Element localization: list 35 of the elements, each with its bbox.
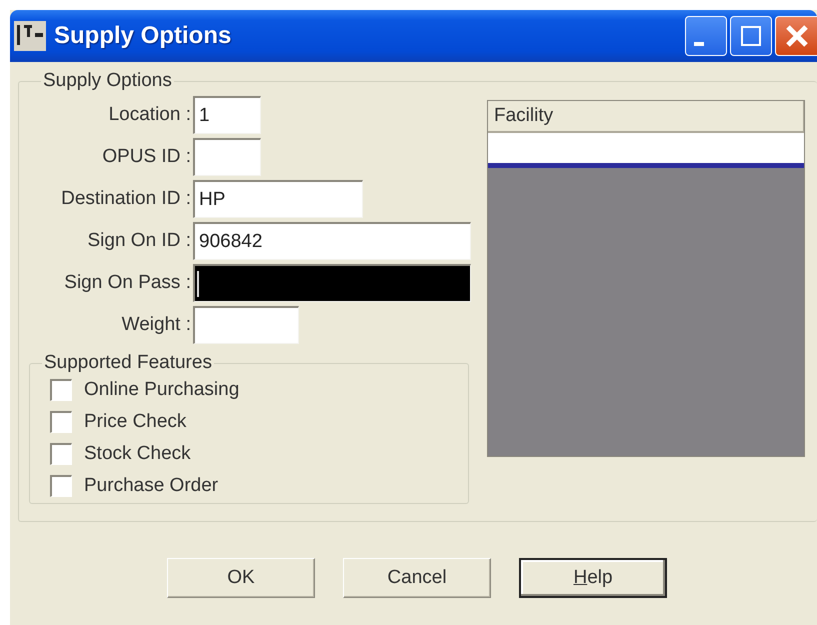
input-field[interactable]: HP [193,180,363,218]
dialog-button[interactable]: Help [519,558,667,598]
minimize-icon [694,42,704,46]
maximize-button[interactable] [730,16,772,56]
checkbox[interactable] [50,475,72,497]
close-icon [784,23,810,49]
group-title: Supply Options [42,70,173,92]
input-field[interactable]: 906842 [193,222,471,260]
password-field[interactable] [193,264,471,302]
checkbox-label: Stock Check [84,443,191,465]
field-label: OPUS ID : [102,146,191,168]
minimize-button[interactable] [685,16,727,56]
field-label: Destination ID : [61,188,191,210]
dialog-button[interactable]: OK [167,558,315,598]
checkbox[interactable] [50,379,72,401]
column-header[interactable]: Facility [488,101,804,131]
input-field[interactable] [193,306,299,344]
app-icon [14,21,46,51]
group-title: Supported Features [43,352,213,374]
field-label: Location : [108,104,191,126]
window-title: Supply Options [54,22,232,50]
checkbox-label: Price Check [84,411,186,433]
checkbox-label: Purchase Order [84,475,218,497]
field-label: Sign On ID : [88,230,191,252]
checkbox-label: Online Purchasing [84,379,240,401]
checkbox[interactable] [50,411,72,433]
dialog-button[interactable]: Cancel [343,558,491,598]
checkbox[interactable] [50,443,72,465]
maximize-icon [740,25,762,47]
field-label: Sign On Pass : [64,272,191,294]
close-button[interactable] [775,16,817,56]
input-field[interactable]: 1 [193,96,261,134]
field-label: Weight : [122,314,191,336]
list-row[interactable] [488,133,804,168]
input-field[interactable] [193,138,261,176]
